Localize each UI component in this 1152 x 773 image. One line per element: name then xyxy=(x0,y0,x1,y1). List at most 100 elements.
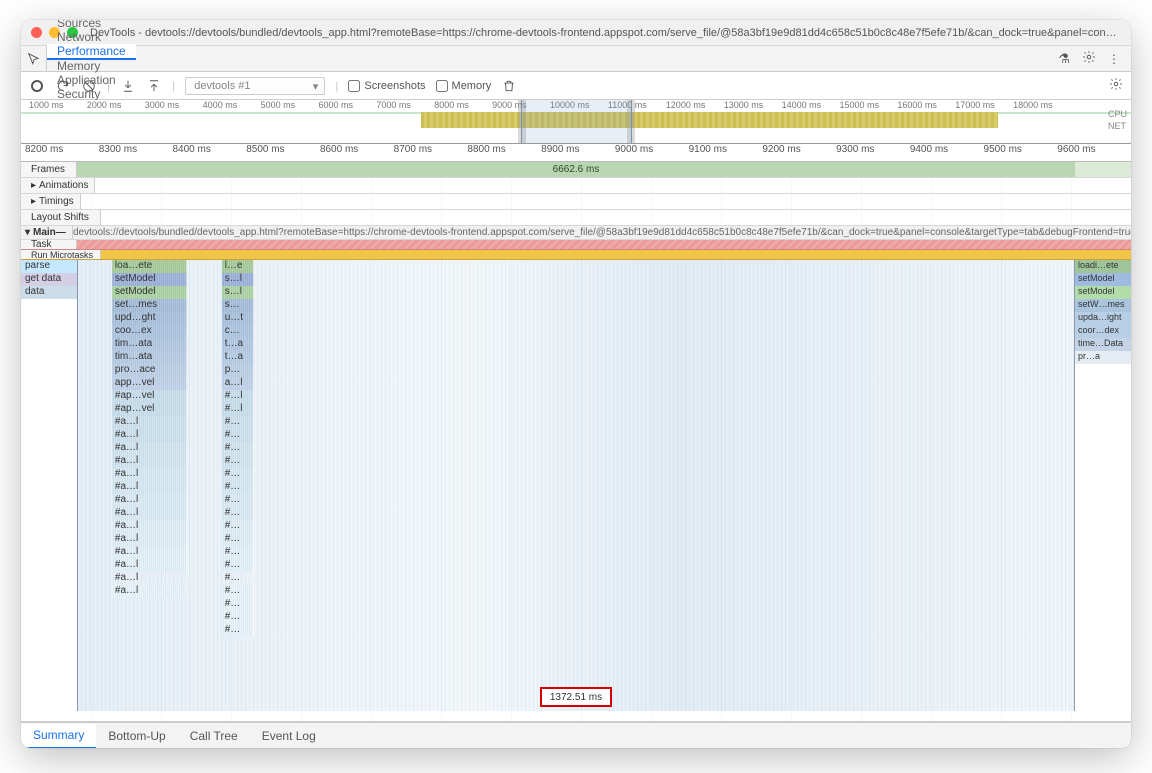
flame-entry[interactable]: upd…ght xyxy=(112,312,187,325)
flame-entry[interactable]: #ap…vel xyxy=(112,390,187,403)
flame-entry[interactable]: loa…ete xyxy=(112,260,187,273)
screenshots-checkbox[interactable]: Screenshots xyxy=(348,80,425,92)
main-tab-network[interactable]: Network xyxy=(47,30,136,44)
flame-entry[interactable]: t…a xyxy=(222,338,254,351)
memory-checkbox[interactable]: Memory xyxy=(436,80,492,92)
details-tab-bottom-up[interactable]: Bottom-Up xyxy=(96,723,177,748)
flame-entry[interactable]: #a…l xyxy=(112,494,187,507)
profile-select[interactable]: devtools #1 ▾ xyxy=(185,77,325,95)
details-tab-event-log[interactable]: Event Log xyxy=(250,723,328,748)
left-stack-get-data[interactable]: get data xyxy=(21,273,77,286)
flame-entry[interactable]: #… xyxy=(222,546,254,559)
right-stack-item[interactable]: coor…dex xyxy=(1075,325,1131,338)
flame-entry[interactable]: #a…l xyxy=(112,442,187,455)
track-timings[interactable]: ▸Timings xyxy=(21,194,1131,210)
main-tab-memory[interactable]: Memory xyxy=(47,59,136,73)
flame-entry[interactable]: #a…l xyxy=(112,455,187,468)
timeline-ruler[interactable]: 8200 ms8300 ms8400 ms8500 ms8600 ms8700 … xyxy=(21,144,1131,162)
flame-entry[interactable]: t…a xyxy=(222,351,254,364)
flame-entry[interactable]: c… xyxy=(222,325,254,338)
flame-entry[interactable]: #a…l xyxy=(112,468,187,481)
left-stack-data[interactable]: data xyxy=(21,286,77,299)
flame-entry[interactable]: #a…l xyxy=(112,533,187,546)
flame-entry[interactable]: #a…l xyxy=(112,416,187,429)
flame-entry[interactable]: #… xyxy=(222,442,254,455)
flame-entry[interactable]: #… xyxy=(222,468,254,481)
timeline-overview[interactable]: 1000 ms2000 ms3000 ms4000 ms5000 ms6000 … xyxy=(21,100,1131,144)
flame-entry[interactable]: #… xyxy=(222,507,254,520)
main-tab-sources[interactable]: Sources xyxy=(47,20,136,30)
memory-checkbox-input[interactable] xyxy=(436,80,448,92)
flame-entry[interactable]: setModel xyxy=(112,273,187,286)
flame-entry[interactable]: setModel xyxy=(112,286,187,299)
flame-entry[interactable]: #a…l xyxy=(112,585,187,598)
flame-entry[interactable]: l…e xyxy=(222,260,254,273)
flame-entry[interactable]: tim…ata xyxy=(112,351,187,364)
right-stack-item[interactable]: setModel xyxy=(1075,286,1131,299)
flame-entry[interactable]: #…l xyxy=(222,403,254,416)
flame-entry[interactable]: pro…ace xyxy=(112,364,187,377)
track-frames[interactable]: Frames 6662.6 ms xyxy=(21,162,1131,178)
inspect-element-icon[interactable] xyxy=(21,46,47,71)
reload-record-button[interactable] xyxy=(55,78,71,94)
flame-entry[interactable]: #…l xyxy=(222,390,254,403)
right-stack-item[interactable]: pr…a xyxy=(1075,351,1131,364)
track-animations[interactable]: ▸Animations xyxy=(21,178,1131,194)
screenshots-checkbox-input[interactable] xyxy=(348,80,360,92)
frame-bar[interactable]: 6662.6 ms xyxy=(77,162,1075,177)
load-profile-icon[interactable] xyxy=(120,78,136,94)
right-stack-item[interactable]: time…Data xyxy=(1075,338,1131,351)
flame-entry[interactable]: #… xyxy=(222,624,254,637)
capture-settings-icon[interactable] xyxy=(1109,77,1123,94)
flame-entry[interactable]: s…l xyxy=(222,273,254,286)
flame-entry[interactable]: #… xyxy=(222,598,254,611)
flame-entry[interactable]: #a…l xyxy=(112,507,187,520)
flame-entry[interactable]: #… xyxy=(222,494,254,507)
overview-selection[interactable] xyxy=(521,100,632,143)
flame-entry[interactable]: #a…l xyxy=(112,481,187,494)
right-stack-item[interactable]: setModel xyxy=(1075,273,1131,286)
clear-button[interactable] xyxy=(81,78,97,94)
record-button[interactable] xyxy=(29,78,45,94)
flame-entry[interactable]: #… xyxy=(222,533,254,546)
flame-entry[interactable]: #… xyxy=(222,481,254,494)
garbage-collect-icon[interactable] xyxy=(501,78,517,94)
right-stack-item[interactable]: setW…mes xyxy=(1075,299,1131,312)
flame-run-microtasks[interactable]: Run Microtasks xyxy=(21,250,1131,260)
flame-entry[interactable]: #a…l xyxy=(112,546,187,559)
main-tab-performance[interactable]: Performance xyxy=(47,44,136,60)
flame-entry[interactable]: #a…l xyxy=(112,429,187,442)
track-main[interactable]: ▾Main — devtools://devtools/bundled/devt… xyxy=(21,226,1131,240)
left-stack-parse[interactable]: parse xyxy=(21,260,77,273)
close-icon[interactable] xyxy=(31,27,42,38)
more-icon[interactable]: ⋮ xyxy=(1108,52,1121,66)
flame-entry[interactable]: u…t xyxy=(222,312,254,325)
right-stack-item[interactable]: loadi…ete xyxy=(1075,260,1131,273)
flame-entry[interactable]: #a…l xyxy=(112,572,187,585)
save-profile-icon[interactable] xyxy=(146,78,162,94)
right-stack-item[interactable]: upda…ight xyxy=(1075,312,1131,325)
flame-entry[interactable]: s…l xyxy=(222,286,254,299)
flame-entry[interactable]: #… xyxy=(222,429,254,442)
flame-entry[interactable]: #ap…vel xyxy=(112,403,187,416)
flame-entry[interactable]: #… xyxy=(222,572,254,585)
flame-entry[interactable]: #… xyxy=(222,455,254,468)
flame-entry[interactable]: set…mes xyxy=(112,299,187,312)
flame-entry[interactable]: #… xyxy=(222,520,254,533)
flame-entry[interactable]: #a…l xyxy=(112,559,187,572)
flame-entry[interactable]: #… xyxy=(222,559,254,572)
flame-task[interactable]: Task xyxy=(21,240,1131,250)
track-layout-shifts[interactable]: Layout Shifts xyxy=(21,210,1131,226)
flame-entry[interactable]: p… xyxy=(222,364,254,377)
details-tab-call-tree[interactable]: Call Tree xyxy=(178,723,250,748)
flame-center-stack[interactable]: loa…ete l…e setModel s…l setModel s…l set…mes s… xyxy=(77,260,1075,637)
flame-entry[interactable]: #… xyxy=(222,611,254,624)
flame-entry[interactable]: app…vel xyxy=(112,377,187,390)
flame-entry[interactable]: s… xyxy=(222,299,254,312)
flame-entry[interactable]: tim…ata xyxy=(112,338,187,351)
details-tab-summary[interactable]: Summary xyxy=(21,724,96,749)
flame-entry[interactable]: #… xyxy=(222,416,254,429)
flame-entry[interactable]: coo…ex xyxy=(112,325,187,338)
flame-entry[interactable]: #a…l xyxy=(112,520,187,533)
flame-entry[interactable]: a…l xyxy=(222,377,254,390)
